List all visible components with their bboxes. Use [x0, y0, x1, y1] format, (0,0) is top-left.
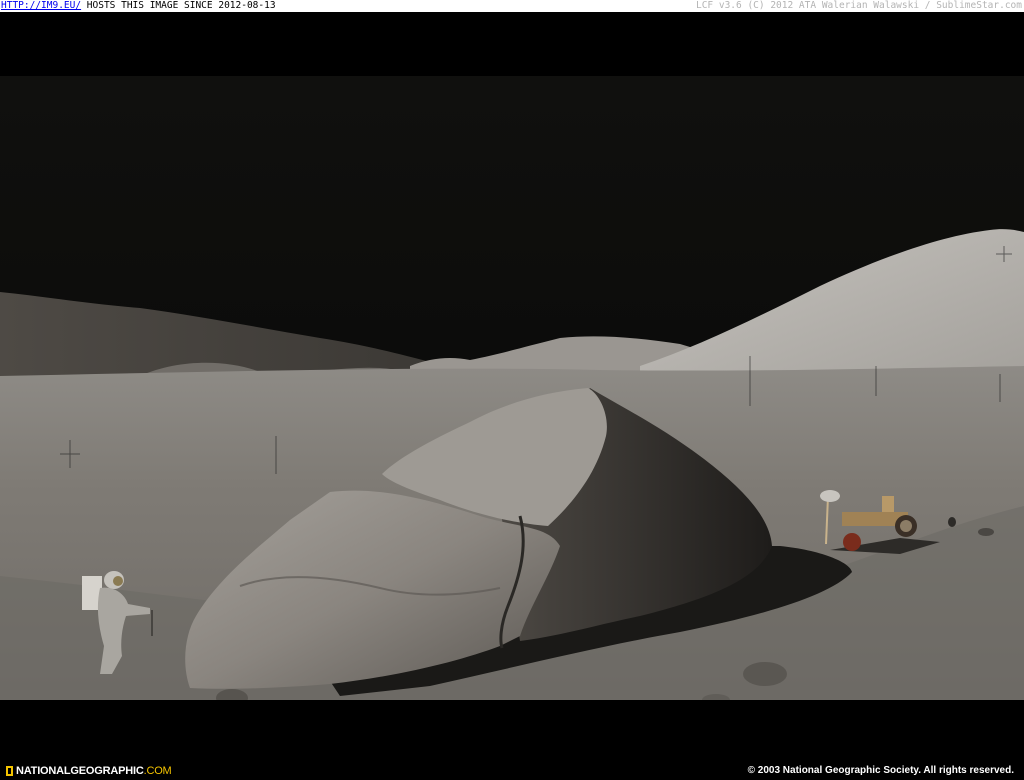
copyright-notice: © 2003 National Geographic Society. All …: [747, 765, 1014, 776]
photo-frame: NATIONALGEOGRAPHIC .COM © 2003 National G…: [0, 12, 1024, 780]
software-credit: LCF v3.6 (C) 2012 ATA Walerian Walawski …: [695, 0, 1022, 11]
rover-antenna-dish: [820, 490, 840, 502]
credit-bar: NATIONALGEOGRAPHIC .COM © 2003 National G…: [0, 752, 1024, 780]
host-link[interactable]: HTTP://IM9.EU/: [1, 0, 81, 11]
rock: [978, 528, 994, 536]
hosting-bar: HTTP://IM9.EU/ HOSTS THIS IMAGE SINCE 20…: [0, 0, 1024, 12]
yellow-frame-icon: [6, 766, 13, 776]
lunar-photo: [0, 76, 1024, 700]
rover-wheel: [843, 533, 861, 551]
hosting-notice: HTTP://IM9.EU/ HOSTS THIS IMAGE SINCE 20…: [1, 0, 276, 12]
national-geographic-logo: NATIONALGEOGRAPHIC .COM: [6, 764, 172, 778]
hosting-notice-text: HOSTS THIS IMAGE SINCE 2012-08-13: [81, 0, 276, 11]
rock: [743, 662, 787, 686]
brand-name: NATIONALGEOGRAPHIC: [16, 765, 144, 777]
brand-tld: .COM: [143, 765, 172, 777]
rock: [948, 517, 956, 527]
